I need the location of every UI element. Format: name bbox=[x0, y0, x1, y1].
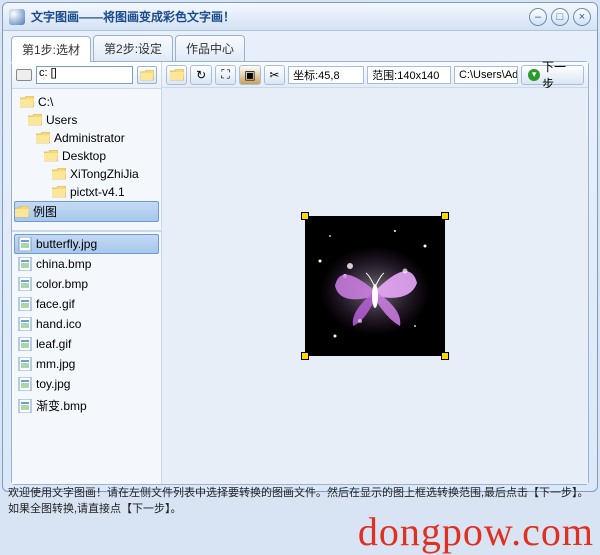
file-item[interactable]: toy.jpg bbox=[14, 374, 159, 394]
file-item[interactable]: leaf.gif bbox=[14, 334, 159, 354]
file-name: toy.jpg bbox=[36, 377, 70, 391]
next-step-button[interactable]: ▾下一步 bbox=[521, 65, 584, 85]
file-list: butterfly.jpg china.bmp color.bmp face.g… bbox=[12, 230, 161, 484]
open-button[interactable] bbox=[166, 65, 187, 85]
file-item[interactable]: butterfly.jpg bbox=[14, 234, 159, 254]
folder-icon bbox=[20, 96, 34, 108]
tree-item[interactable]: 例图 bbox=[14, 201, 159, 222]
image-file-icon bbox=[18, 357, 32, 371]
folder-tree: C:\ Users Administrator Desktop XiTongZh… bbox=[12, 89, 161, 226]
crop-button[interactable]: ✂ bbox=[264, 65, 285, 85]
file-name: leaf.gif bbox=[36, 337, 71, 351]
toolbar: ↻ ⛶ ▣ ✂ 坐标:45,8 范围:140x140 C:\Users\Adr … bbox=[162, 62, 588, 88]
arrow-down-icon: ▾ bbox=[528, 69, 540, 81]
minimize-button[interactable]: – bbox=[529, 8, 547, 26]
folder-icon bbox=[15, 206, 29, 218]
image-file-icon bbox=[18, 277, 32, 291]
file-name: hand.ico bbox=[36, 317, 81, 331]
tree-label: Desktop bbox=[62, 149, 106, 163]
tree-item[interactable]: C:\ bbox=[14, 93, 159, 111]
file-name: color.bmp bbox=[36, 277, 88, 291]
image-file-icon bbox=[18, 337, 32, 351]
content-area: c: [] C:\ Users Administrator Desktop Xi… bbox=[11, 61, 589, 485]
file-item[interactable]: hand.ico bbox=[14, 314, 159, 334]
tree-label: Administrator bbox=[54, 131, 125, 145]
image-file-icon bbox=[18, 377, 32, 391]
watermark: dongpow.com bbox=[358, 508, 594, 555]
tree-label: XiTongZhiJia bbox=[70, 167, 139, 181]
tree-item[interactable]: pictxt-v4.1 bbox=[14, 183, 159, 201]
drive-icon bbox=[16, 69, 32, 81]
browse-button[interactable] bbox=[137, 66, 157, 84]
path-display: C:\Users\Adr bbox=[454, 66, 518, 84]
file-item[interactable]: 渐变.bmp bbox=[14, 394, 159, 417]
tree-item[interactable]: Desktop bbox=[14, 147, 159, 165]
file-item[interactable]: mm.jpg bbox=[14, 354, 159, 374]
fit-button[interactable]: ⛶ bbox=[215, 65, 236, 85]
resize-handle-br[interactable] bbox=[441, 352, 449, 360]
refresh-button[interactable]: ↻ bbox=[190, 65, 211, 85]
file-name: butterfly.jpg bbox=[36, 237, 97, 251]
tabs: 第1步:选材 第2步:设定 作品中心 bbox=[3, 31, 597, 61]
file-item[interactable]: face.gif bbox=[14, 294, 159, 314]
tree-item[interactable]: Administrator bbox=[14, 129, 159, 147]
tree-label: 例图 bbox=[33, 203, 57, 220]
range-display: 范围:140x140 bbox=[367, 66, 451, 84]
tree-item[interactable]: XiTongZhiJia bbox=[14, 165, 159, 183]
tab-step1[interactable]: 第1步:选材 bbox=[11, 36, 91, 62]
file-name: 渐变.bmp bbox=[36, 397, 87, 414]
tree-label: Users bbox=[46, 113, 77, 127]
image-file-icon bbox=[18, 257, 32, 271]
app-icon bbox=[9, 9, 25, 25]
resize-handle-tr[interactable] bbox=[441, 212, 449, 220]
file-item[interactable]: color.bmp bbox=[14, 274, 159, 294]
file-item[interactable]: china.bmp bbox=[14, 254, 159, 274]
next-label: 下一步 bbox=[542, 58, 577, 92]
tree-label: C:\ bbox=[38, 95, 53, 109]
maximize-button[interactable]: □ bbox=[551, 8, 569, 26]
tab-step2[interactable]: 第2步:设定 bbox=[93, 35, 173, 61]
drive-selector-row: c: [] bbox=[12, 62, 161, 89]
image-file-icon bbox=[18, 399, 32, 413]
folder-icon bbox=[44, 150, 58, 162]
tree-label: pictxt-v4.1 bbox=[70, 185, 125, 199]
folder-icon bbox=[52, 186, 66, 198]
file-name: china.bmp bbox=[36, 257, 91, 271]
coord-display: 坐标:45,8 bbox=[288, 66, 364, 84]
folder-icon bbox=[52, 168, 66, 180]
image-file-icon bbox=[18, 237, 32, 251]
right-panel: ↻ ⛶ ▣ ✂ 坐标:45,8 范围:140x140 C:\Users\Adr … bbox=[162, 62, 588, 484]
image-file-icon bbox=[18, 297, 32, 311]
tree-item[interactable]: Users bbox=[14, 111, 159, 129]
selection-frame[interactable] bbox=[305, 216, 445, 356]
close-button[interactable]: × bbox=[573, 8, 591, 26]
resize-handle-tl[interactable] bbox=[301, 212, 309, 220]
titlebar: 文字图画——将图画变成彩色文字画！ – □ × bbox=[3, 3, 597, 31]
folder-icon bbox=[36, 132, 50, 144]
tab-gallery[interactable]: 作品中心 bbox=[175, 35, 245, 61]
resize-handle-bl[interactable] bbox=[301, 352, 309, 360]
actual-size-button[interactable]: ▣ bbox=[239, 65, 260, 85]
left-panel: c: [] C:\ Users Administrator Desktop Xi… bbox=[12, 62, 162, 484]
window-title: 文字图画——将图画变成彩色文字画！ bbox=[31, 8, 525, 25]
image-file-icon bbox=[18, 317, 32, 331]
preview-image bbox=[305, 216, 445, 356]
folder-icon bbox=[28, 114, 42, 126]
app-window: 文字图画——将图画变成彩色文字画！ – □ × 第1步:选材 第2步:设定 作品… bbox=[2, 2, 598, 492]
drive-select[interactable]: c: [] bbox=[36, 66, 133, 84]
file-name: face.gif bbox=[36, 297, 75, 311]
file-name: mm.jpg bbox=[36, 357, 75, 371]
preview-canvas[interactable] bbox=[162, 88, 588, 484]
